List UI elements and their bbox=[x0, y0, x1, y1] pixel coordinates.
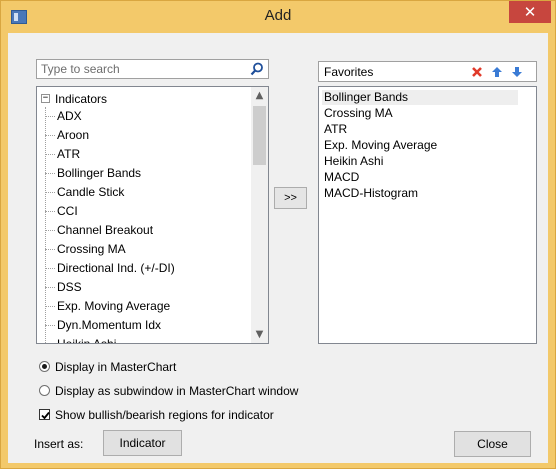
favorites-item[interactable]: MACD bbox=[322, 170, 518, 185]
add-to-favorites-button[interactable]: >> bbox=[274, 187, 307, 209]
insert-as-label: Insert as: bbox=[34, 437, 84, 451]
arrow-down-icon[interactable] bbox=[510, 65, 524, 79]
display-subwindow-radio[interactable] bbox=[39, 385, 50, 396]
tree-item-label: Crossing MA bbox=[57, 242, 126, 256]
search-icon[interactable] bbox=[250, 62, 264, 76]
favorites-list[interactable]: Bollinger Bands Crossing MA ATR Exp. Moving… bbox=[318, 86, 537, 344]
window-title: Add bbox=[264, 7, 292, 24]
tree-item-label: CCI bbox=[57, 204, 78, 218]
search-input[interactable] bbox=[37, 60, 247, 78]
search-box[interactable] bbox=[36, 59, 269, 79]
show-regions-label: Show bullish/bearish regions for indicat… bbox=[55, 408, 274, 422]
collapse-icon[interactable]: − bbox=[41, 94, 50, 103]
display-subwindow-label: Display as subwindow in MasterChart wind… bbox=[55, 384, 299, 398]
scroll-thumb[interactable] bbox=[253, 106, 266, 165]
favorites-item[interactable]: Crossing MA bbox=[322, 106, 518, 121]
tree-guide-line bbox=[45, 107, 46, 343]
tree-item-label: Aroon bbox=[57, 128, 90, 142]
show-regions-checkbox[interactable] bbox=[39, 409, 50, 420]
tree-item-label: Bollinger Bands bbox=[57, 166, 142, 180]
scroll-down-icon[interactable]: ▼ bbox=[251, 326, 268, 343]
favorites-item[interactable]: MACD-Histogram bbox=[322, 186, 518, 201]
display-master-label: Display in MasterChart bbox=[55, 360, 177, 374]
dialog-body: − Indicators ADXAroonATRBollinger BandsC… bbox=[8, 33, 548, 463]
add-dialog: Add ✕ − Indicators ADXAroonATRBollinger … bbox=[0, 0, 556, 469]
scroll-up-icon[interactable]: ▲ bbox=[251, 87, 268, 104]
favorites-item[interactable]: Bollinger Bands bbox=[322, 90, 518, 105]
tree-item-label: Directional Ind. (+/-DI) bbox=[57, 261, 175, 275]
tree-item-label: ADX bbox=[57, 109, 82, 123]
checkmark-icon bbox=[41, 411, 50, 420]
close-button[interactable]: Close bbox=[454, 431, 531, 457]
tree-item-label: ATR bbox=[57, 147, 81, 161]
red-x-icon[interactable] bbox=[470, 65, 484, 79]
tree-item-label: DSS bbox=[57, 280, 82, 294]
arrow-up-icon[interactable] bbox=[490, 65, 504, 79]
favorites-item[interactable]: Exp. Moving Average bbox=[322, 138, 518, 153]
favorites-item[interactable]: Heikin Ashi bbox=[322, 154, 518, 169]
close-window-button[interactable]: ✕ bbox=[509, 1, 551, 23]
favorites-header: Favorites bbox=[318, 61, 537, 82]
tree-item-label: Heikin Ashi bbox=[57, 337, 117, 344]
tree-item-label: Candle Stick bbox=[57, 185, 125, 199]
tree-scrollbar[interactable]: ▲ ▼ bbox=[251, 87, 268, 343]
tree-item-label: Dyn.Momentum Idx bbox=[57, 318, 162, 332]
favorites-title: Favorites bbox=[324, 65, 374, 79]
title-bar[interactable]: Add ✕ bbox=[1, 1, 555, 33]
indicator-tree[interactable]: − Indicators ADX Aroon ATR Bollinger Bands C… bbox=[36, 86, 269, 344]
tree-root-label: Indicators bbox=[55, 92, 108, 106]
tree-item-label: Exp. Moving Average bbox=[57, 299, 171, 313]
favorites-item[interactable]: ATR bbox=[322, 122, 518, 137]
display-master-radio[interactable] bbox=[39, 361, 50, 372]
tree-item-label: Channel Breakout bbox=[57, 223, 154, 237]
insert-indicator-button[interactable]: Indicator bbox=[103, 430, 182, 456]
